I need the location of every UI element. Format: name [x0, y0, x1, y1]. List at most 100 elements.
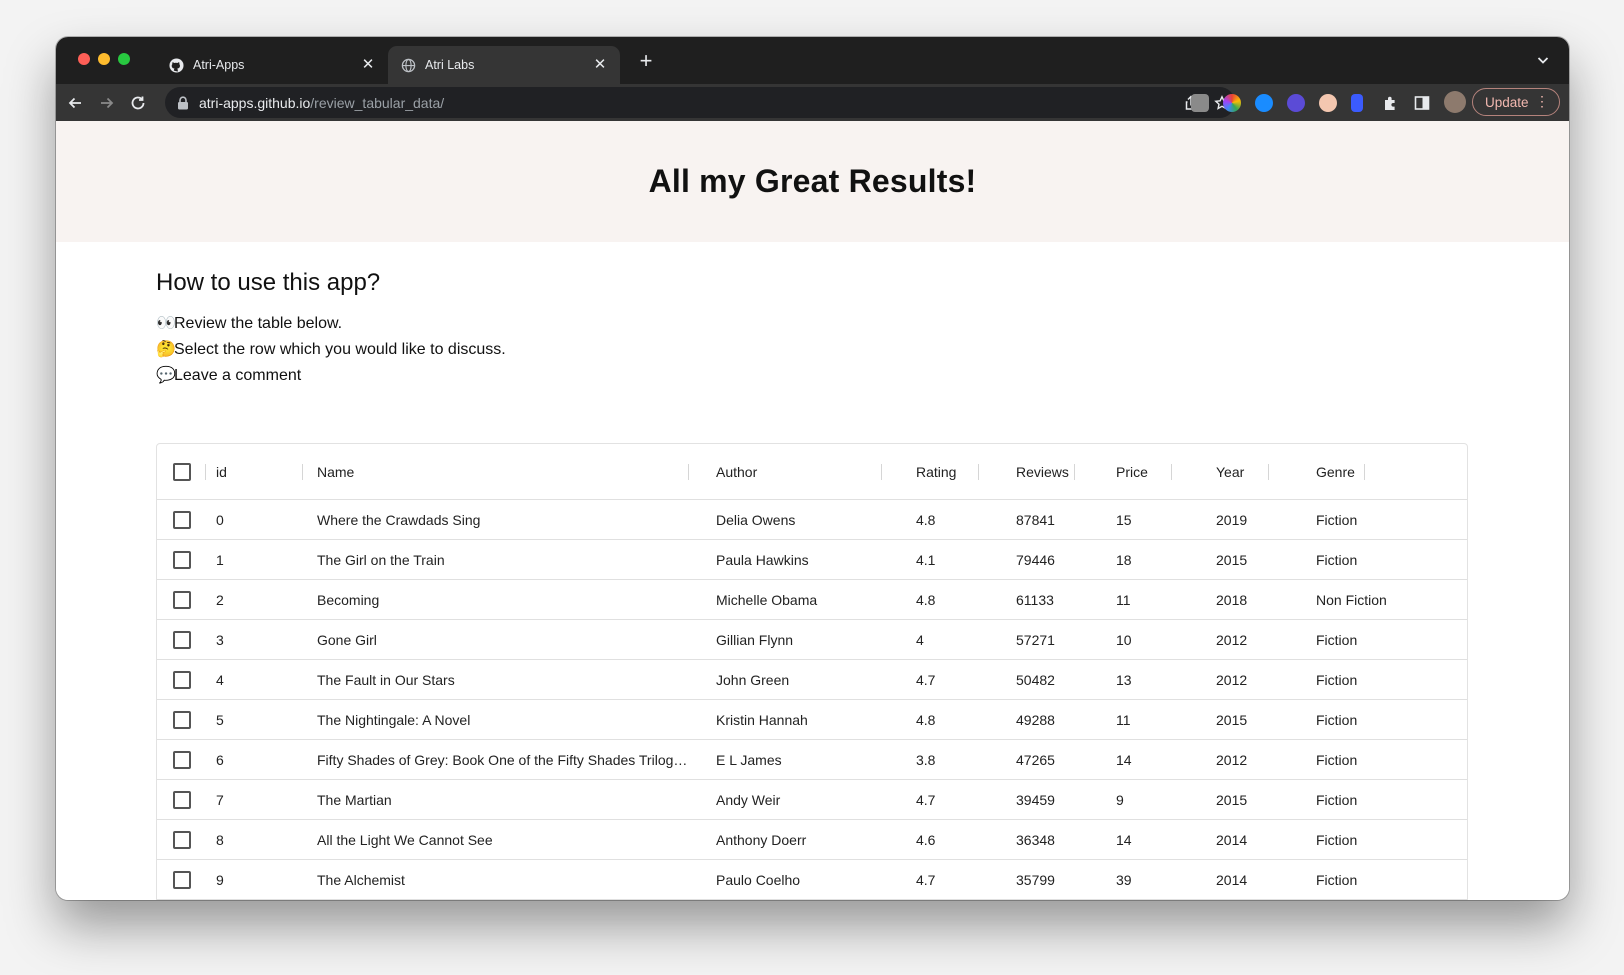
- tab-atri-apps[interactable]: Atri-Apps ✕: [156, 46, 388, 84]
- column-separator[interactable]: [1074, 464, 1075, 480]
- row-checkbox[interactable]: [173, 710, 191, 729]
- side-panel-icon[interactable]: [1413, 94, 1431, 112]
- row-checkbox[interactable]: [173, 510, 191, 529]
- forward-arrow-icon[interactable]: [96, 92, 118, 114]
- tab-strip: Atri-Apps ✕ Atri Labs ✕ +: [56, 37, 1569, 84]
- cell-year: 2019: [1216, 511, 1248, 528]
- table-row[interactable]: 4 The Fault in Our Stars John Green 4.7 5048…: [157, 660, 1467, 700]
- cell-genre: Non Fiction: [1316, 591, 1387, 608]
- row-checkbox[interactable]: [173, 870, 191, 889]
- cell-genre: Fiction: [1316, 551, 1358, 568]
- cell-price: 11: [1116, 591, 1131, 608]
- cell-rating: 4.8: [916, 511, 936, 528]
- cell-year: 2015: [1216, 791, 1248, 808]
- url-path: /review_tabular_data/: [310, 94, 445, 111]
- row-checkbox[interactable]: [173, 830, 191, 849]
- cell-rating: 4.8: [916, 591, 936, 608]
- cell-year: 2018: [1216, 591, 1248, 608]
- row-checkbox[interactable]: [173, 750, 191, 769]
- thinking-face-icon: 🤔: [156, 341, 176, 358]
- table-row[interactable]: 2 Becoming Michelle Obama 4.8 61133 11 2018 Non…: [157, 580, 1467, 620]
- column-header-name[interactable]: Name: [317, 444, 687, 499]
- cell-genre: Fiction: [1316, 671, 1358, 688]
- column-separator[interactable]: [205, 464, 206, 480]
- cell-id: 9: [216, 871, 224, 888]
- extension-icon[interactable]: [1351, 94, 1363, 112]
- cell-year: 2012: [1216, 631, 1248, 648]
- cell-rating: 4.8: [916, 711, 936, 728]
- more-options-icon[interactable]: ⋮: [1535, 94, 1549, 108]
- column-header-author[interactable]: Author: [716, 444, 896, 499]
- page-content: All my Great Results! How to use this ap…: [56, 121, 1569, 900]
- extension-icon[interactable]: [1255, 94, 1273, 112]
- select-all-checkbox[interactable]: [173, 462, 191, 481]
- column-header-id[interactable]: id: [216, 444, 296, 499]
- color-picker-extension-icon[interactable]: [1223, 94, 1241, 112]
- column-separator[interactable]: [1364, 464, 1365, 480]
- extension-icon[interactable]: [1191, 94, 1209, 112]
- lock-icon: [177, 95, 191, 110]
- close-window-button[interactable]: [78, 53, 90, 65]
- step-text: Review the table below.: [174, 315, 343, 332]
- cell-author: John Green: [716, 671, 790, 688]
- row-checkbox[interactable]: [173, 630, 191, 649]
- cell-id: 3: [216, 631, 224, 648]
- address-bar[interactable]: atri-apps.github.io/review_tabular_data/: [165, 87, 1235, 118]
- column-separator[interactable]: [978, 464, 979, 480]
- column-header-year[interactable]: Year: [1216, 444, 1296, 499]
- table-row[interactable]: 9 The Alchemist Paulo Coelho 4.7 35799 39 2014…: [157, 860, 1467, 900]
- column-separator[interactable]: [1268, 464, 1269, 480]
- step-text: Select the row which you would like to d…: [174, 341, 506, 358]
- chevron-down-icon[interactable]: [1535, 52, 1551, 68]
- back-arrow-icon[interactable]: [64, 92, 86, 114]
- cell-genre: Fiction: [1316, 791, 1358, 808]
- column-separator[interactable]: [302, 464, 303, 480]
- cell-reviews: 87841: [1016, 511, 1055, 528]
- cell-rating: 4.7: [916, 871, 936, 888]
- column-header-reviews[interactable]: Reviews: [1016, 444, 1096, 499]
- table-row[interactable]: 1 The Girl on the Train Paula Hawkins 4.1 79…: [157, 540, 1467, 580]
- table-row[interactable]: 5 The Nightingale: A Novel Kristin Hannah 4…: [157, 700, 1467, 740]
- cell-genre: Fiction: [1316, 871, 1358, 888]
- minimize-window-button[interactable]: [98, 53, 110, 65]
- row-checkbox[interactable]: [173, 550, 191, 569]
- table-row[interactable]: 8 All the Light We Cannot See Anthony Doer…: [157, 820, 1467, 860]
- tab-atri-labs[interactable]: Atri Labs ✕: [388, 46, 620, 84]
- extension-icon[interactable]: [1319, 94, 1337, 112]
- new-tab-button[interactable]: +: [635, 50, 657, 73]
- cell-author: Andy Weir: [716, 791, 781, 808]
- reload-icon[interactable]: [127, 92, 149, 114]
- column-separator[interactable]: [688, 464, 689, 480]
- puzzle-icon[interactable]: [1382, 94, 1400, 112]
- column-separator[interactable]: [1171, 464, 1172, 480]
- column-header-price[interactable]: Price: [1116, 444, 1196, 499]
- extension-icon[interactable]: [1287, 94, 1305, 112]
- cell-name: Becoming: [317, 591, 380, 608]
- hero-banner: All my Great Results!: [56, 121, 1569, 242]
- column-separator[interactable]: [881, 464, 882, 480]
- table-row[interactable]: 7 The Martian Andy Weir 4.7 39459 9 2015 Fictio…: [157, 780, 1467, 820]
- tab-title: Atri Labs: [425, 58, 475, 72]
- row-checkbox[interactable]: [173, 790, 191, 809]
- cell-reviews: 36348: [1016, 831, 1055, 848]
- column-header-genre[interactable]: Genre: [1316, 444, 1436, 499]
- close-icon[interactable]: ✕: [360, 57, 376, 73]
- cell-genre: Fiction: [1316, 751, 1358, 768]
- column-header-rating[interactable]: Rating: [916, 444, 996, 499]
- close-icon[interactable]: ✕: [592, 57, 608, 73]
- table-row[interactable]: 3 Gone Girl Gillian Flynn 4 57271 10 2012 Ficti…: [157, 620, 1467, 660]
- maximize-window-button[interactable]: [118, 53, 130, 65]
- cell-price: 18: [1116, 551, 1132, 568]
- table-row[interactable]: 6 Fifty Shades of Grey: Book One of the F…: [157, 740, 1467, 780]
- table-row[interactable]: 0 Where the Crawdads Sing Delia Owens 4.8 87…: [157, 500, 1467, 540]
- tab-title: Atri-Apps: [193, 58, 245, 72]
- update-button[interactable]: Update ⋮: [1472, 88, 1560, 116]
- avatar[interactable]: [1444, 91, 1466, 113]
- row-checkbox[interactable]: [173, 670, 191, 689]
- cell-id: 6: [216, 751, 224, 768]
- row-checkbox[interactable]: [173, 590, 191, 609]
- cell-author: Gillian Flynn: [716, 631, 794, 648]
- cell-price: 11: [1116, 711, 1131, 728]
- cell-id: 7: [216, 791, 224, 808]
- browser-window: Atri-Apps ✕ Atri Labs ✕ + atri-apps.gith…: [56, 37, 1569, 900]
